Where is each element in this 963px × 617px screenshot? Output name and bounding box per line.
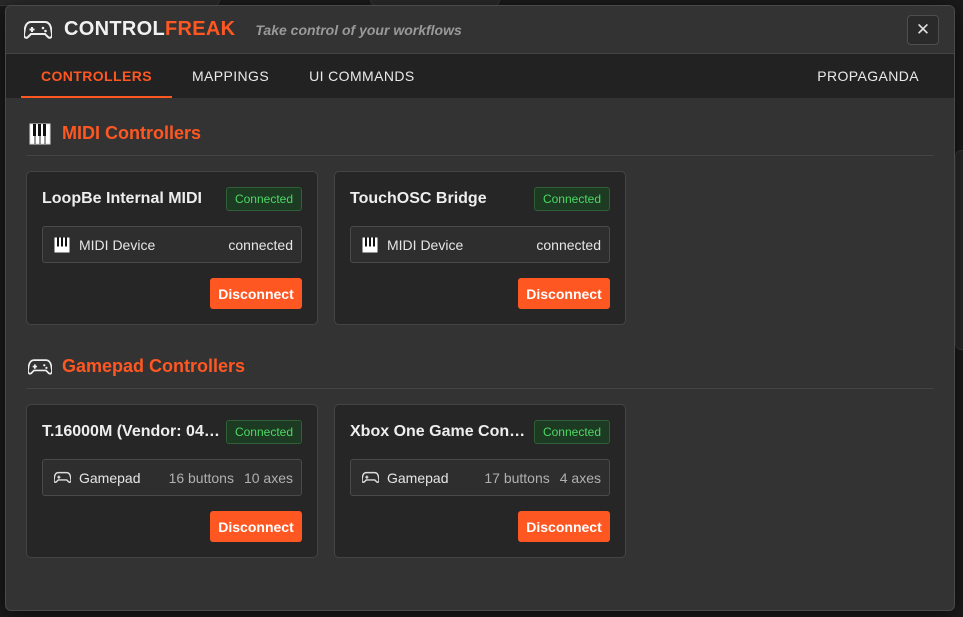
controller-name: TouchOSC Bridge — [350, 190, 487, 207]
gamepad-logo-icon — [24, 18, 54, 42]
device-info-row: MIDI Device connected — [350, 226, 610, 263]
controller-name: LoopBe Internal MIDI — [42, 190, 202, 207]
piano-keys-icon — [361, 236, 379, 254]
button-count: 17 buttons — [484, 469, 550, 486]
device-info-row: Gamepad 16 buttons 10 axes — [42, 459, 302, 496]
status-badge: Connected — [225, 187, 302, 211]
status-badge: Connected — [533, 420, 610, 444]
controller-card: LoopBe Internal MIDI Connected MIDI Devi… — [26, 171, 318, 325]
device-info-row: MIDI Device connected — [42, 226, 302, 263]
gamepad-icon — [28, 355, 52, 379]
device-status: connected — [536, 236, 601, 253]
gamepad-cards: T.16000M (Vendor: 04… Connected Gamepad … — [26, 404, 934, 558]
controller-name: T.16000M (Vendor: 04… — [42, 423, 220, 440]
status-badge: Connected — [533, 187, 610, 211]
controlfreak-dialog: CONTROLFREAK Take control of your workfl… — [5, 5, 955, 611]
device-type: Gamepad — [387, 469, 449, 486]
controller-card: T.16000M (Vendor: 04… Connected Gamepad … — [26, 404, 318, 558]
controller-card: TouchOSC Bridge Connected MIDI Device co… — [334, 171, 626, 325]
background-node — [955, 150, 963, 350]
axes-count: 4 axes — [559, 469, 601, 486]
dialog-header: CONTROLFREAK Take control of your workfl… — [6, 6, 954, 54]
tab-bar: CONTROLLERS MAPPINGS UI COMMANDS PROPAGA… — [6, 54, 954, 98]
tagline: Take control of your workflows — [255, 21, 462, 38]
gamepad-section-header: Gamepad Controllers — [26, 351, 934, 389]
disconnect-button[interactable]: Disconnect — [210, 511, 302, 542]
close-button[interactable]: ✕ — [907, 15, 939, 45]
device-type: MIDI Device — [387, 236, 464, 253]
status-badge: Connected — [225, 420, 302, 444]
piano-keys-icon — [28, 122, 52, 146]
gamepad-icon — [53, 469, 71, 487]
brand-part2: FREAK — [164, 18, 236, 40]
tab-ui-commands[interactable]: UI COMMANDS — [289, 54, 435, 98]
close-icon: ✕ — [915, 20, 931, 39]
brand-logo: CONTROLFREAK — [64, 18, 235, 41]
tab-mappings[interactable]: MAPPINGS — [172, 54, 289, 98]
axes-count: 10 axes — [243, 469, 293, 486]
tab-propaganda[interactable]: PROPAGANDA — [797, 54, 939, 98]
gamepad-icon — [361, 469, 379, 487]
midi-section-header: MIDI Controllers — [26, 118, 934, 156]
disconnect-button[interactable]: Disconnect — [210, 278, 302, 309]
piano-keys-icon — [53, 236, 71, 254]
gamepad-section-title: Gamepad Controllers — [62, 356, 246, 376]
midi-section-title: MIDI Controllers — [62, 123, 202, 143]
midi-cards: LoopBe Internal MIDI Connected MIDI Devi… — [26, 171, 934, 325]
button-count: 16 buttons — [168, 469, 234, 486]
device-type: Gamepad — [79, 469, 141, 486]
controller-name: Xbox One Game Cont… — [350, 423, 530, 440]
controllers-panel: MIDI Controllers LoopBe Internal MIDI Co… — [6, 98, 954, 558]
controller-card: Xbox One Game Cont… Connected Gamepad 17… — [334, 404, 626, 558]
disconnect-button[interactable]: Disconnect — [518, 278, 610, 309]
tab-controllers[interactable]: CONTROLLERS — [21, 54, 172, 98]
device-status: connected — [228, 236, 293, 253]
device-type: MIDI Device — [79, 236, 156, 253]
brand-part1: CONTROL — [64, 18, 165, 40]
device-info-row: Gamepad 17 buttons 4 axes — [350, 459, 610, 496]
disconnect-button[interactable]: Disconnect — [518, 511, 610, 542]
